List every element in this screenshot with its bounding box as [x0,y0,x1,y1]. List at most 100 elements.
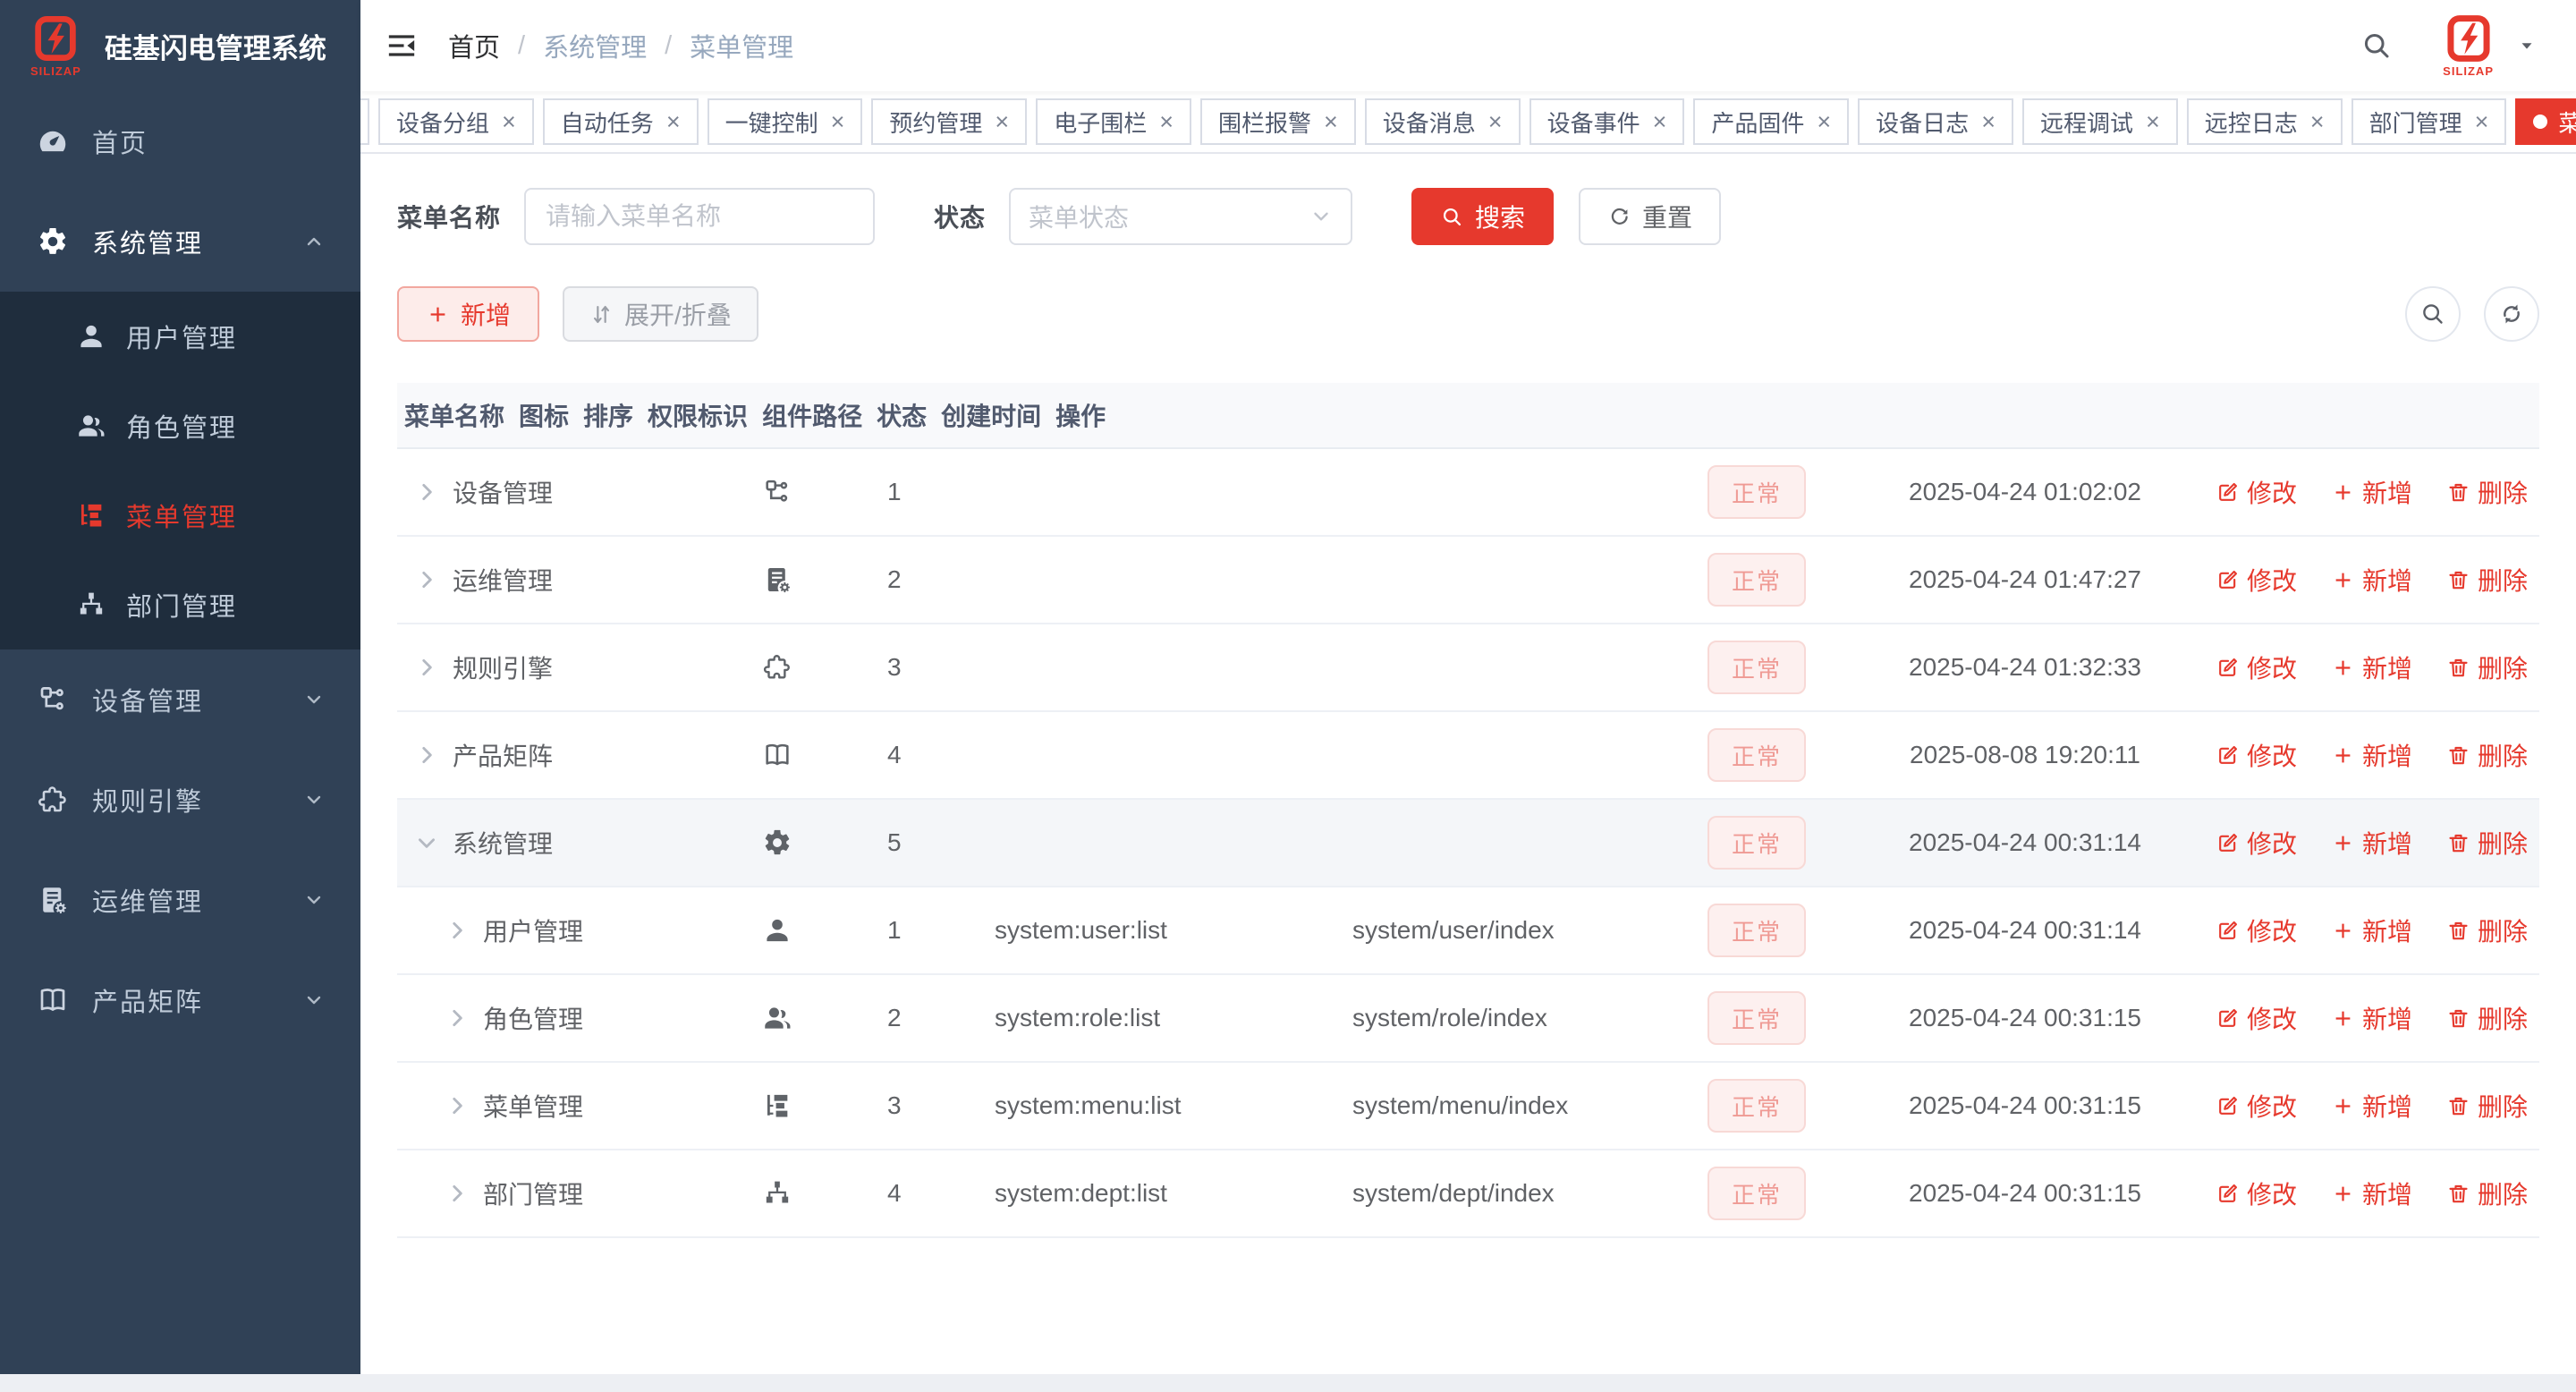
edit-link[interactable]: 修改 [2216,1176,2297,1211]
edit-link-label: 修改 [2247,649,2297,685]
add-child-link[interactable]: 新增 [2331,737,2412,773]
table-row[interactable]: 规则引擎 3 正常 2025-04-24 01:32:33 [397,624,2539,712]
page-tab[interactable]: 部门管理 [2351,98,2507,145]
delete-link[interactable]: 删除 [2446,649,2528,685]
sidebar-item[interactable]: 用户管理 [0,292,360,381]
page-tab[interactable]: 远控日志 [2187,98,2343,145]
add-child-link[interactable]: 新增 [2331,1000,2412,1036]
menu-name-input[interactable] [524,188,875,245]
sidebar-item[interactable]: 部门管理 [0,560,360,649]
edit-link[interactable]: 修改 [2216,1000,2297,1036]
add-button[interactable]: 新增 [397,286,539,342]
page-tab[interactable]: 一键控制 [708,98,863,145]
page-tab[interactable]: 远程调试 [2022,98,2178,145]
sidebar-item[interactable]: 系统管理 [0,191,360,292]
refresh-icon[interactable] [2484,286,2539,342]
delete-link[interactable]: 删除 [2446,474,2528,510]
hide-search-icon[interactable] [2405,286,2461,342]
page-tab[interactable]: 预约管理 [871,98,1027,145]
search-button[interactable]: 搜索 [1411,188,1554,245]
close-icon[interactable] [2475,108,2489,136]
delete-link[interactable]: 删除 [2446,562,2528,598]
page-tab[interactable]: 设备消息 [1365,98,1521,145]
page-tab[interactable]: 产品固件 [1693,98,1849,145]
table-row[interactable]: 菜单管理 3 system:menu:list system/menu/inde… [397,1063,2539,1150]
delete-link[interactable]: 删除 [2446,825,2528,861]
close-icon[interactable] [995,108,1009,136]
sidebar-item[interactable]: 规则引擎 [0,750,360,850]
edit-link[interactable]: 修改 [2216,912,2297,948]
add-child-link[interactable]: 新增 [2331,1176,2412,1211]
table-row[interactable]: 系统管理 5 正常 2025-04-24 00:31:14 [397,800,2539,887]
close-icon[interactable] [1981,108,1996,136]
close-icon[interactable] [1653,108,1667,136]
delete-link[interactable]: 删除 [2446,912,2528,948]
close-icon[interactable] [831,108,845,136]
expand-collapse-button[interactable]: 展开/折叠 [563,286,758,342]
page-tab[interactable]: 设备事件 [1530,98,1685,145]
sidebar-item[interactable]: 运维管理 [0,850,360,950]
table-row[interactable]: 部门管理 4 system:dept:list system/dept/inde… [397,1150,2539,1238]
breadcrumb-section[interactable]: 系统管理 [543,27,647,64]
delete-link[interactable]: 删除 [2446,1088,2528,1124]
delete-link[interactable]: 删除 [2446,1000,2528,1036]
breadcrumb-home[interactable]: 首页 [448,27,500,64]
close-icon[interactable] [1817,108,1831,136]
edit-link[interactable]: 修改 [2216,1088,2297,1124]
expand-row-chevron-icon[interactable] [445,1182,469,1205]
table-row[interactable]: 设备管理 1 正常 2025-04-24 01:02:02 [397,449,2539,537]
add-child-link[interactable]: 新增 [2331,649,2412,685]
table-row[interactable]: 运维管理 2 正常 2025-04-24 01:47:27 [397,537,2539,624]
user-avatar[interactable]: SILIZAP [2443,13,2494,78]
close-icon[interactable] [666,108,681,136]
edit-link[interactable]: 修改 [2216,737,2297,773]
status-select[interactable]: 菜单状态 [1009,188,1352,245]
reset-button[interactable]: 重置 [1579,188,1721,245]
close-icon[interactable] [1488,108,1503,136]
caret-down-icon[interactable] [2517,36,2537,55]
close-icon[interactable] [502,108,516,136]
expand-row-chevron-icon[interactable] [445,1006,469,1030]
close-icon[interactable] [1159,108,1174,136]
expand-row-chevron-icon[interactable] [415,568,438,591]
expand-row-chevron-icon[interactable] [415,831,438,854]
expand-row-chevron-icon[interactable] [445,919,469,942]
sidebar-item[interactable]: 设备管理 [0,649,360,750]
add-child-link[interactable]: 新增 [2331,474,2412,510]
page-tab[interactable]: 设备日志 [1858,98,2013,145]
edit-link[interactable]: 修改 [2216,649,2297,685]
edit-link[interactable]: 修改 [2216,825,2297,861]
page-tab[interactable]: 电子围栏 [1036,98,1191,145]
table-row[interactable]: 用户管理 1 system:user:list system/user/inde… [397,887,2539,975]
expand-row-chevron-icon[interactable] [415,743,438,767]
close-icon[interactable] [2146,108,2160,136]
add-child-link[interactable]: 新增 [2331,912,2412,948]
expand-row-chevron-icon[interactable] [415,480,438,504]
delete-link[interactable]: 删除 [2446,1176,2528,1211]
expand-row-chevron-icon[interactable] [445,1094,469,1117]
close-icon[interactable] [1324,108,1338,136]
page-tab[interactable]: 围栏报警 [1200,98,1356,145]
page-tab[interactable]: 自动任务 [543,98,699,145]
table-row[interactable]: 角色管理 2 system:role:list system/role/inde… [397,975,2539,1063]
add-child-link[interactable]: 新增 [2331,825,2412,861]
sidebar-logo[interactable]: SILIZAP 硅基闪电管理系统 [0,0,360,91]
page-tab[interactable]: 设备分组 [378,98,534,145]
sidebar-item[interactable]: 角色管理 [0,381,360,471]
sidebar-item[interactable]: 菜单管理 [0,471,360,560]
close-icon[interactable] [2310,108,2325,136]
add-child-link[interactable]: 新增 [2331,1088,2412,1124]
edit-link[interactable]: 修改 [2216,474,2297,510]
table-row[interactable]: 产品矩阵 4 正常 2025-08-08 19:20:11 [397,712,2539,800]
sidebar-item[interactable]: 产品矩阵 [0,950,360,1050]
edit-link[interactable]: 修改 [2216,562,2297,598]
page-tab[interactable]: 菜单管理 [2515,98,2576,145]
clipped-tab[interactable] [360,98,369,145]
expand-row-chevron-icon[interactable] [415,656,438,679]
tab-label: 一键控制 [725,106,818,139]
sidebar-item[interactable]: 首页 [0,91,360,191]
add-child-link[interactable]: 新增 [2331,562,2412,598]
delete-link[interactable]: 删除 [2446,737,2528,773]
collapse-sidebar-icon[interactable] [384,28,419,64]
header-search-icon[interactable] [2360,30,2393,62]
